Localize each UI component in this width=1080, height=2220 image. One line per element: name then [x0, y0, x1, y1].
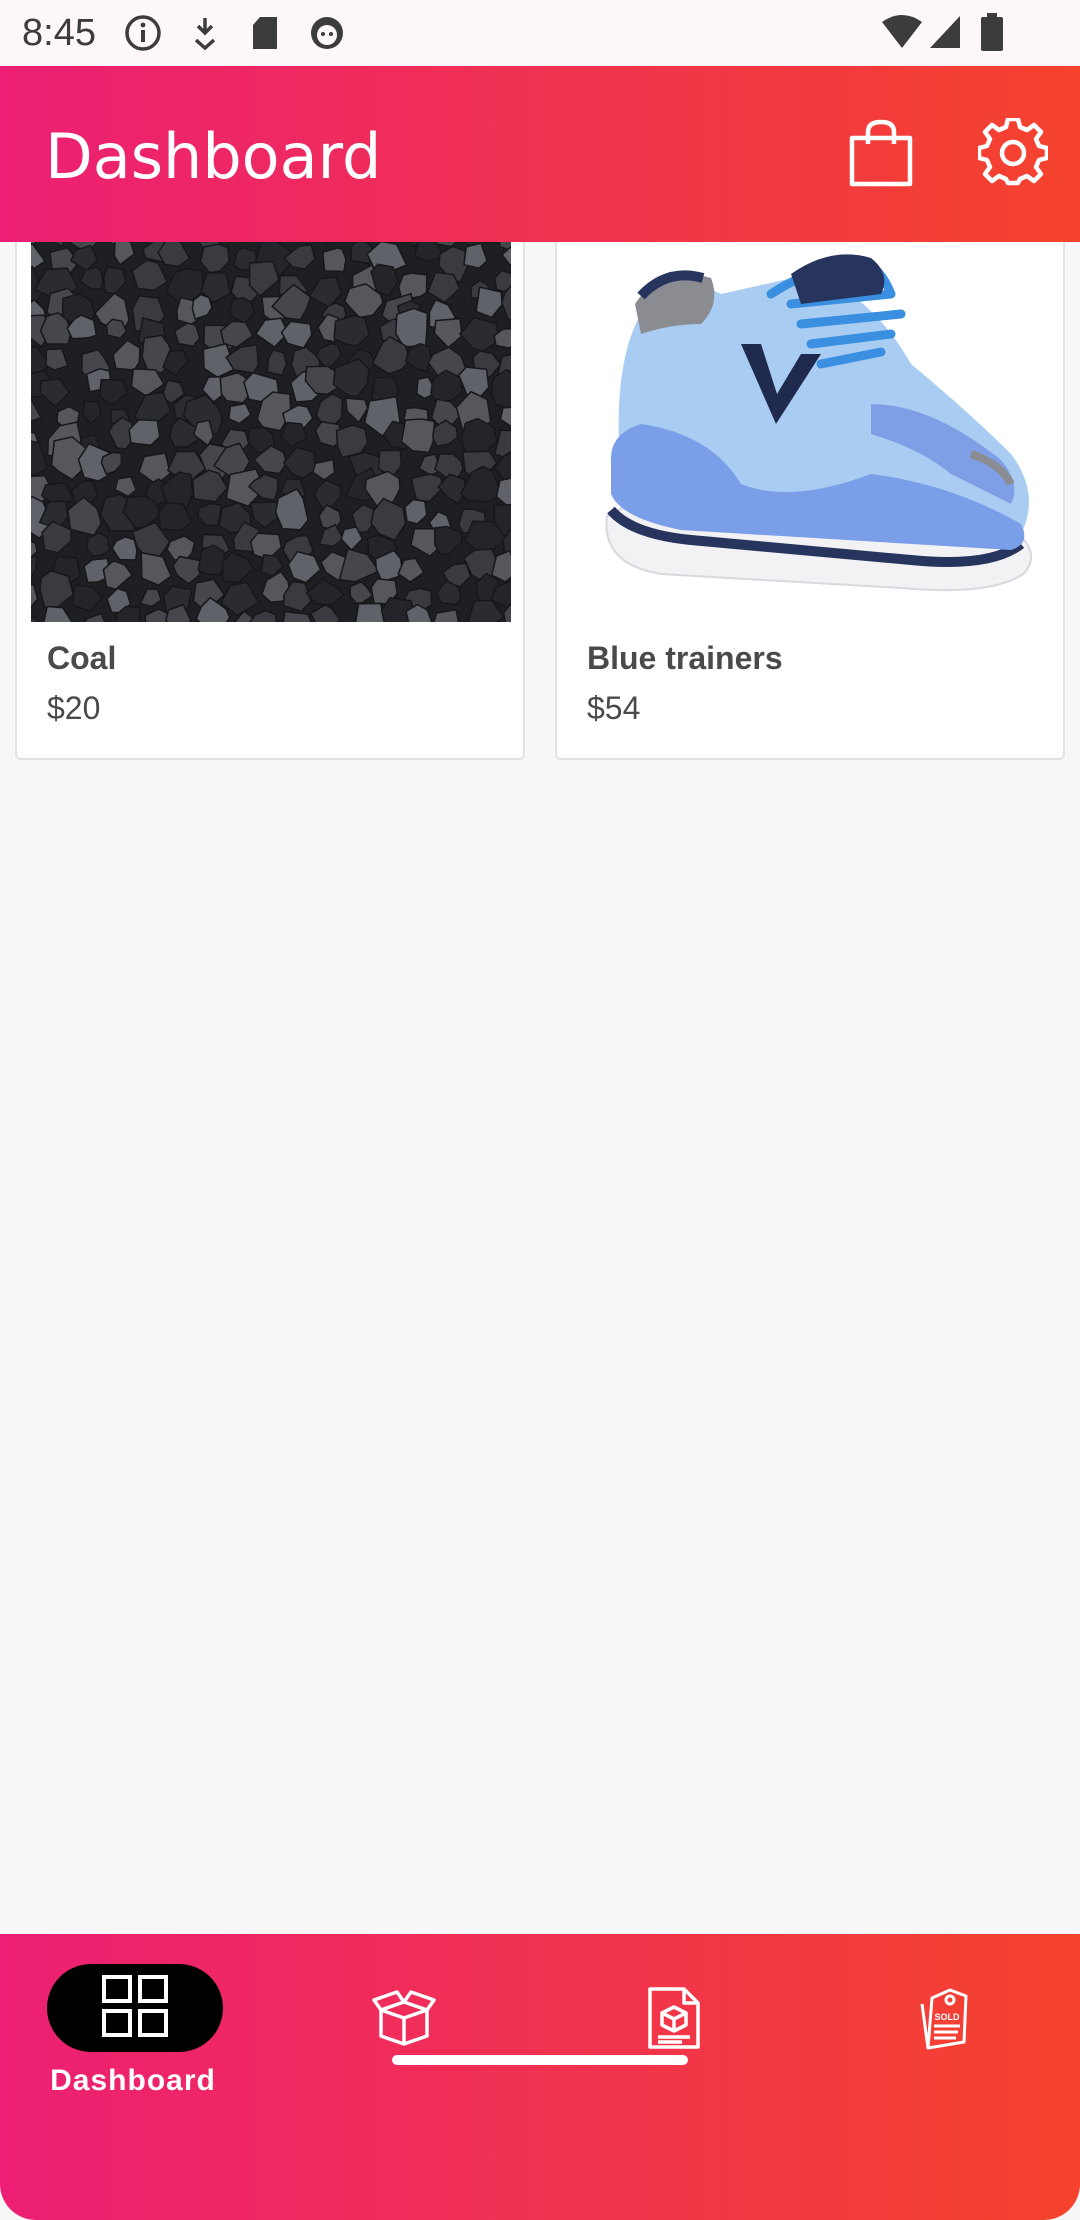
dashboard-grid-icon: [101, 1974, 169, 2043]
wifi-icon: [880, 14, 924, 55]
status-time: 8:45: [22, 12, 96, 54]
sold-tag-icon: SOLD: [904, 1978, 984, 2058]
nav-label-dashboard: Dashboard: [50, 2064, 216, 2097]
gear-icon: [976, 116, 1050, 193]
box-icon: [364, 1978, 444, 2058]
info-icon: [124, 14, 162, 57]
coal-image: [17, 242, 523, 647]
shopping-bag-icon: [846, 118, 916, 193]
product-name: Blue trainers: [587, 640, 783, 676]
download-icon: [190, 14, 220, 57]
nav-item-dashboard[interactable]: Dashboard: [33, 1964, 233, 2124]
product-card-coal[interactable]: Coal $20: [15, 242, 525, 760]
page-title: Dashboard: [45, 120, 382, 193]
product-price: $54: [587, 690, 641, 726]
settings-button[interactable]: [976, 116, 1050, 193]
product-name: Coal: [47, 640, 117, 676]
svg-text:SOLD: SOLD: [934, 2012, 960, 2022]
cat-face-icon: [308, 14, 346, 57]
sd-card-icon: [250, 14, 280, 57]
product-price: $20: [47, 690, 101, 726]
cell-signal-icon: [928, 14, 962, 55]
status-bar: 8:45: [0, 0, 1080, 66]
nav-item-products[interactable]: [304, 1964, 504, 2124]
product-grid: Coal $20 Blue trainers $54: [0, 242, 1080, 1934]
order-document-icon: [634, 1978, 714, 2058]
nav-item-orders[interactable]: [574, 1964, 774, 2124]
nav-item-sold[interactable]: SOLD: [844, 1964, 1044, 2124]
active-indicator: [47, 1964, 223, 2052]
home-indicator[interactable]: [392, 2055, 688, 2065]
bottom-navigation: Dashboard SOLD: [0, 1934, 1080, 2220]
app-bar: Dashboard: [0, 66, 1080, 242]
blue-trainers-image: [571, 242, 1051, 622]
product-card-blue-trainers[interactable]: Blue trainers $54: [555, 242, 1065, 760]
cart-button[interactable]: [844, 118, 918, 192]
battery-icon: [980, 12, 1004, 57]
